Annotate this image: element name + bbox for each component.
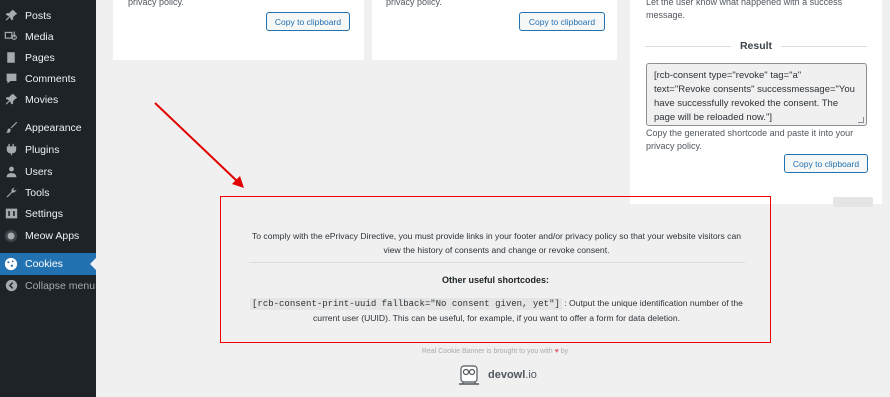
sidebar-item-pages[interactable]: Pages (0, 47, 96, 68)
resize-handle[interactable] (858, 117, 864, 123)
card-hint: privacy policy. (386, 0, 442, 7)
meow-icon (3, 228, 19, 244)
sidebar-item-label: Pages (25, 51, 55, 64)
heart-icon: ♥ (554, 348, 559, 355)
sidebar-item-cookies[interactable]: Cookies (0, 253, 96, 275)
card-hint: privacy policy. (128, 0, 184, 7)
credit-suffix: by (560, 348, 569, 355)
owl-mascot-icon (459, 365, 479, 385)
brand-tld: .io (525, 369, 537, 381)
pin-icon (3, 8, 19, 24)
sidebar-item-label: Posts (25, 9, 52, 22)
sidebar-item-appearance[interactable]: Appearance (0, 117, 96, 138)
sidebar-item-label: Collapse menu (25, 279, 96, 292)
sidebar-item-plugins[interactable]: Plugins (0, 139, 96, 160)
wrench-icon (3, 185, 19, 201)
sidebar-item-label: Meow Apps (25, 229, 80, 242)
admin-sidebar: Posts Media Pages Comments Movies Appear… (0, 0, 96, 397)
copy-to-clipboard-button[interactable]: Copy to clipboard (266, 12, 350, 31)
shortcode-output-text: [rcb-consent type="revoke" tag="a" text=… (654, 70, 855, 123)
brand-main: devowl (488, 369, 526, 381)
result-heading: Result (645, 40, 867, 52)
devowl-logo[interactable]: devowl.io (456, 362, 537, 388)
comment-icon (3, 71, 19, 87)
shortcode-card: privacy policy. Copy to clipboard (372, 0, 617, 60)
copy-to-clipboard-button[interactable]: Copy to clipboard (519, 12, 605, 31)
uuid-shortcode-description: [rcb-consent-print-uuid fallback="No con… (241, 297, 752, 325)
media-icon (3, 29, 19, 45)
shortcode-output-textarea[interactable]: [rcb-consent type="revoke" tag="a" text=… (646, 63, 867, 126)
shortcode-card: privacy policy. Copy to clipboard (113, 0, 364, 60)
divider (249, 262, 745, 263)
pin-icon (3, 92, 19, 108)
shortcode-info-box: To comply with the ePrivacy Directive, y… (220, 196, 771, 343)
copy-hint: Copy the generated shortcode and paste i… (646, 128, 854, 151)
other-shortcodes-heading: Other useful shortcodes: (441, 275, 549, 285)
collapse-menu-button[interactable]: Collapse menu (0, 275, 96, 296)
sidebar-item-label: Appearance (25, 121, 82, 134)
result-title: Result (739, 40, 773, 52)
annotation-arrow (154, 102, 244, 188)
footer-credit: Real Cookie Banner is brought to you wit… (300, 348, 690, 355)
sidebar-item-label: Movies (25, 93, 59, 106)
divider (645, 45, 731, 47)
sidebar-item-settings[interactable]: Settings (0, 203, 96, 224)
brush-icon (3, 120, 19, 136)
brand-name: devowl.io (488, 369, 537, 381)
faded-badge (833, 197, 873, 207)
sidebar-item-label: Tools (25, 186, 50, 199)
user-icon (3, 164, 19, 180)
sidebar-item-label: Comments (25, 72, 76, 85)
copy-to-clipboard-button[interactable]: Copy to clipboard (784, 154, 868, 173)
collapse-icon (3, 278, 19, 294)
sidebar-item-users[interactable]: Users (0, 161, 96, 182)
sidebar-item-comments[interactable]: Comments (0, 68, 96, 89)
sidebar-item-label: Media (25, 30, 54, 43)
sidebar-item-label: Users (25, 165, 53, 178)
sidebar-item-label: Cookies (25, 258, 63, 270)
uuid-shortcode-code: [rcb-consent-print-uuid fallback="No con… (250, 298, 562, 310)
eprivacy-paragraph: To comply with the ePrivacy Directive, y… (251, 231, 742, 255)
divider (781, 45, 867, 47)
sidebar-item-media[interactable]: Media (0, 26, 96, 47)
sidebar-item-movies[interactable]: Movies (0, 89, 96, 110)
plug-icon (3, 142, 19, 158)
success-message-hint: Let the user know what happened with a s… (646, 0, 843, 20)
cookie-icon (3, 256, 19, 272)
sidebar-item-meow-apps[interactable]: Meow Apps (0, 225, 96, 246)
sidebar-item-label: Plugins (25, 143, 60, 156)
page-icon (3, 50, 19, 66)
sidebar-item-tools[interactable]: Tools (0, 182, 96, 203)
settings-icon (3, 206, 19, 222)
sidebar-item-posts[interactable]: Posts (0, 5, 96, 26)
credit-prefix: Real Cookie Banner is brought to you wit… (421, 348, 553, 355)
sidebar-item-label: Settings (25, 207, 63, 220)
